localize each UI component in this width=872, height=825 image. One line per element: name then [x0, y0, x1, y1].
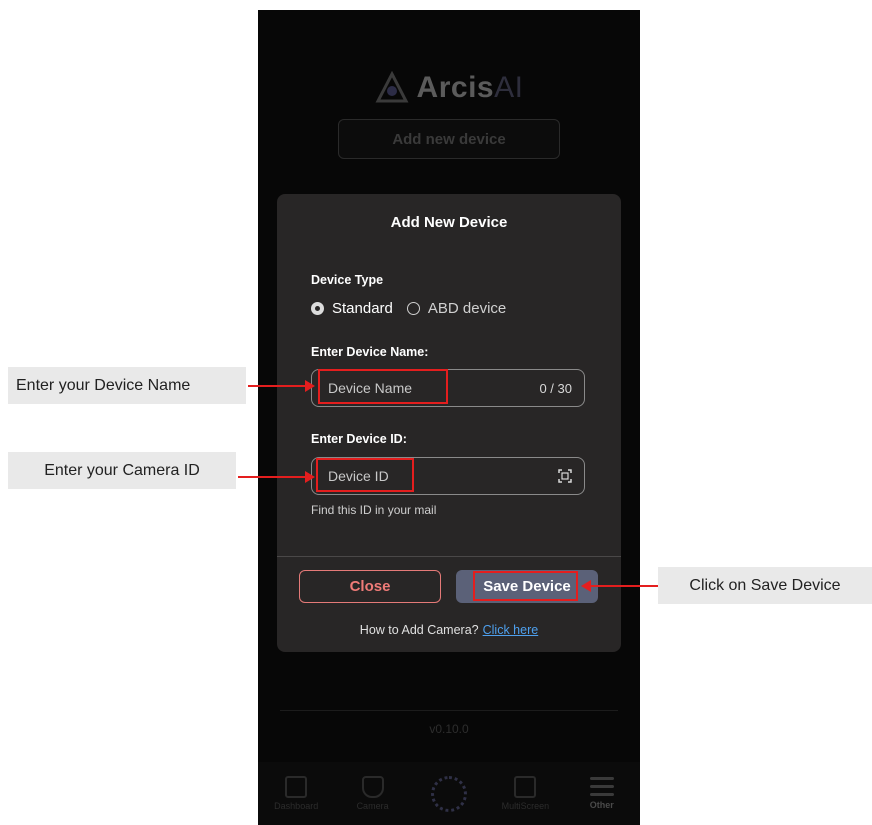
tab-camera[interactable]: Camera — [343, 776, 403, 811]
arrow-head-icon — [305, 380, 315, 392]
modal-divider — [277, 556, 621, 557]
arrow-head-icon — [305, 471, 315, 483]
radio-abd-device[interactable] — [406, 302, 420, 315]
dashboard-icon — [285, 776, 308, 798]
device-id-highlight — [316, 458, 414, 492]
tab-multiscreen[interactable]: MultiScreen — [495, 776, 555, 811]
tab-label: Camera — [356, 801, 389, 811]
tab-home[interactable] — [419, 775, 479, 812]
tab-label: Other — [589, 800, 614, 810]
device-name-callout: Enter your Device Name — [8, 367, 246, 404]
device-name-highlight — [318, 369, 448, 404]
camera-id-callout: Enter your Camera ID — [8, 452, 236, 489]
arrow-line — [248, 385, 306, 387]
logo-text: Arcis — [416, 71, 495, 104]
character-counter: 0 / 30 — [539, 381, 572, 396]
device-name-label: Enter Device Name: — [311, 345, 429, 359]
arcis-logo-icon — [430, 775, 467, 812]
arrow-line — [590, 585, 658, 587]
save-device-callout: Click on Save Device — [658, 567, 872, 604]
radio-standard[interactable] — [311, 302, 324, 315]
logo-suffix: AI — [494, 71, 524, 104]
radio-standard-label[interactable]: Standard — [332, 300, 393, 317]
help-line: How to Add Camera? Click here — [277, 623, 621, 637]
help-text: How to Add Camera? — [359, 623, 479, 637]
divider — [280, 710, 618, 711]
tab-label: Dashboard — [274, 801, 319, 811]
arcis-logo-icon — [375, 71, 409, 103]
tab-dashboard[interactable]: Dashboard — [266, 776, 326, 811]
camera-icon — [361, 776, 384, 798]
device-type-radio-group: Standard ABD device — [311, 300, 520, 317]
tab-other[interactable]: Other — [572, 777, 632, 810]
bottom-tab-bar: Dashboard Camera MultiScreen Other — [258, 762, 640, 825]
modal-title: Add New Device — [390, 214, 508, 231]
app-logo: ArcisAI — [258, 68, 640, 108]
close-button[interactable]: Close — [299, 570, 441, 603]
radio-abd-device-label[interactable]: ABD device — [428, 300, 506, 317]
help-link[interactable]: Click here — [483, 623, 539, 637]
device-id-hint: Find this ID in your mail — [311, 503, 437, 517]
device-id-label: Enter Device ID: — [311, 432, 407, 446]
tab-label: MultiScreen — [501, 801, 550, 811]
menu-icon — [589, 777, 614, 796]
multiscreen-icon — [514, 776, 537, 798]
save-device-highlight — [473, 571, 578, 601]
device-type-label: Device Type — [311, 273, 384, 287]
arrow-line — [238, 476, 306, 478]
qr-scan-icon[interactable] — [558, 469, 572, 483]
add-new-device-button[interactable]: Add new device — [338, 119, 560, 159]
version-label: v0.10.0 — [429, 722, 469, 736]
